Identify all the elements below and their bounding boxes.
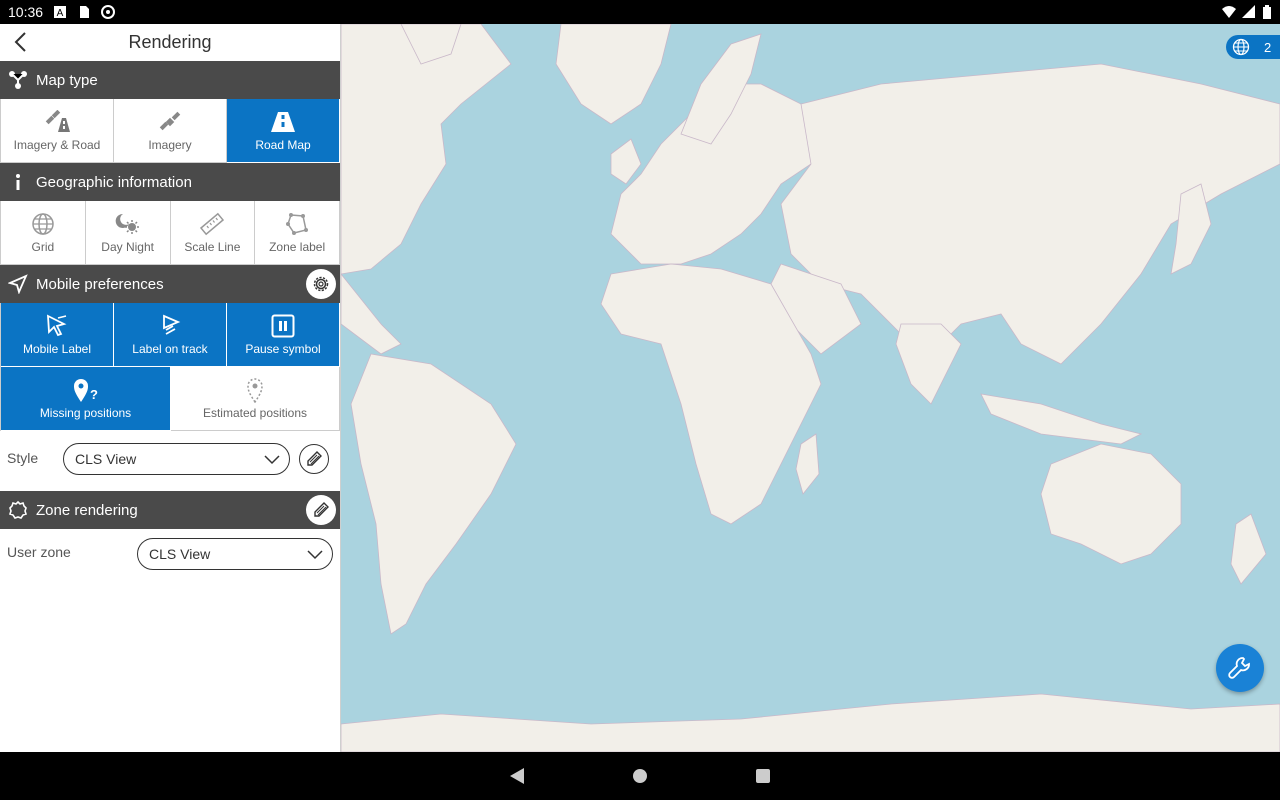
- back-triangle-icon[interactable]: [508, 767, 526, 785]
- style-edit-button[interactable]: [299, 444, 329, 474]
- map-type-options: Imagery & Road Imagery Road Map: [0, 99, 340, 163]
- tile-label: Grid: [31, 239, 55, 254]
- map-type-road-map[interactable]: Road Map: [227, 99, 340, 163]
- pin-dotted-icon: [245, 377, 265, 403]
- tile-label: Scale Line: [184, 239, 241, 254]
- style-select-value: CLS View: [75, 451, 137, 467]
- tile-label: Road Map: [255, 137, 311, 152]
- label-on-track-toggle[interactable]: Label on track: [114, 303, 227, 367]
- recents-square-icon[interactable]: [754, 767, 772, 785]
- user-zone-label: User zone: [7, 544, 71, 560]
- chevron-down-icon: [307, 550, 323, 560]
- pause-icon: [271, 314, 295, 338]
- map-type-imagery[interactable]: Imagery: [114, 99, 227, 163]
- pencil-icon: [307, 451, 322, 466]
- map-type-imagery-road[interactable]: Imagery & Road: [1, 99, 114, 163]
- cursor-label-icon: [44, 313, 70, 338]
- info-icon: [0, 172, 36, 192]
- layers-count: 2: [1264, 39, 1272, 55]
- style-label: Style: [7, 450, 39, 466]
- section-title: Mobile preferences: [36, 275, 164, 293]
- pause-symbol-toggle[interactable]: Pause symbol: [227, 303, 340, 367]
- tile-label: Day Night: [101, 239, 154, 254]
- tools-fab-button[interactable]: [1216, 644, 1264, 692]
- ruler-icon: [199, 212, 225, 236]
- gear-icon: [313, 276, 329, 292]
- section-title: Zone rendering: [36, 501, 138, 519]
- map-landmasses: [341, 24, 1280, 752]
- globe-grid-icon: [31, 212, 55, 236]
- tile-label: Label on track: [132, 341, 208, 356]
- tile-label: Zone label: [269, 239, 326, 254]
- tile-label: Imagery & Road: [13, 137, 101, 152]
- user-zone-select-value: CLS View: [149, 546, 211, 562]
- svg-text:A: A: [57, 8, 64, 19]
- section-geographic-information: Geographic information: [0, 163, 340, 201]
- tile-label: Estimated positions: [202, 405, 308, 420]
- page-title: Rendering: [128, 32, 212, 52]
- sync-icon: [101, 5, 116, 19]
- svg-text:?: ?: [90, 387, 98, 402]
- user-zone-select[interactable]: CLS View: [137, 538, 333, 570]
- style-select[interactable]: CLS View: [63, 443, 290, 475]
- section-title: Map type: [36, 71, 98, 89]
- wrench-icon: [1228, 657, 1250, 679]
- network-icon: [0, 70, 36, 90]
- mobile-prefs-row-1: Mobile Label Label on track Pause symbol: [0, 303, 340, 367]
- tile-label: Mobile Label: [22, 341, 92, 356]
- geo-info-options: Grid Day Night Scale Line Zone label: [0, 201, 340, 265]
- world-map[interactable]: 2: [341, 24, 1280, 752]
- estimated-positions-toggle[interactable]: Estimated positions: [171, 367, 340, 431]
- layers-badge[interactable]: 2: [1226, 35, 1280, 59]
- mobile-prefs-row-2: ? Missing positions Estimated positions: [0, 367, 340, 431]
- missing-positions-toggle[interactable]: ? Missing positions: [1, 367, 171, 431]
- battery-icon: [1263, 5, 1271, 19]
- mobile-label-toggle[interactable]: Mobile Label: [1, 303, 114, 367]
- geo-grid[interactable]: Grid: [1, 201, 86, 265]
- satellite-icon: [158, 110, 182, 134]
- pencil-icon: [314, 502, 329, 517]
- day-night-icon: [115, 212, 141, 236]
- geo-zone-label[interactable]: Zone label: [255, 201, 340, 265]
- chevron-down-icon: [264, 455, 280, 465]
- status-time: 10:36: [8, 4, 44, 20]
- sd-card-icon: [80, 6, 90, 18]
- zone-edit-button[interactable]: [306, 495, 336, 525]
- pin-question-icon: ?: [72, 378, 100, 402]
- road-icon: [270, 110, 296, 134]
- mobile-settings-button[interactable]: [306, 269, 336, 299]
- back-arrow-icon[interactable]: [10, 30, 34, 54]
- tile-label: Imagery: [148, 137, 192, 152]
- rendering-panel: Rendering Map type Imagery & Road Imager…: [0, 24, 341, 752]
- polygon-icon: [285, 212, 309, 236]
- navigation-arrow-icon: [0, 274, 36, 294]
- user-zone-row: User zone CLS View: [0, 529, 340, 579]
- panel-header: Rendering: [0, 24, 340, 61]
- wifi-icon: [1222, 6, 1236, 18]
- satellite-road-icon: [44, 109, 70, 134]
- geo-day-night[interactable]: Day Night: [85, 201, 171, 265]
- android-nav-bar: [0, 752, 1280, 800]
- notification-a-icon: A: [54, 6, 67, 19]
- home-circle-icon[interactable]: [631, 767, 649, 785]
- zone-gear-icon: [0, 500, 36, 520]
- status-bar: 10:36 A: [0, 0, 1280, 24]
- track-label-icon: [158, 314, 182, 338]
- section-title: Geographic information: [36, 173, 192, 191]
- globe-icon: [1232, 38, 1250, 56]
- section-zone-rendering: Zone rendering: [0, 491, 340, 529]
- style-row: Style CLS View: [0, 431, 340, 491]
- section-mobile-preferences: Mobile preferences: [0, 265, 340, 303]
- tile-label: Pause symbol: [245, 341, 321, 356]
- section-map-type: Map type: [0, 61, 340, 99]
- geo-scale-line[interactable]: Scale Line: [170, 201, 256, 265]
- signal-icon: [1242, 5, 1255, 18]
- tile-label: Missing positions: [39, 405, 132, 420]
